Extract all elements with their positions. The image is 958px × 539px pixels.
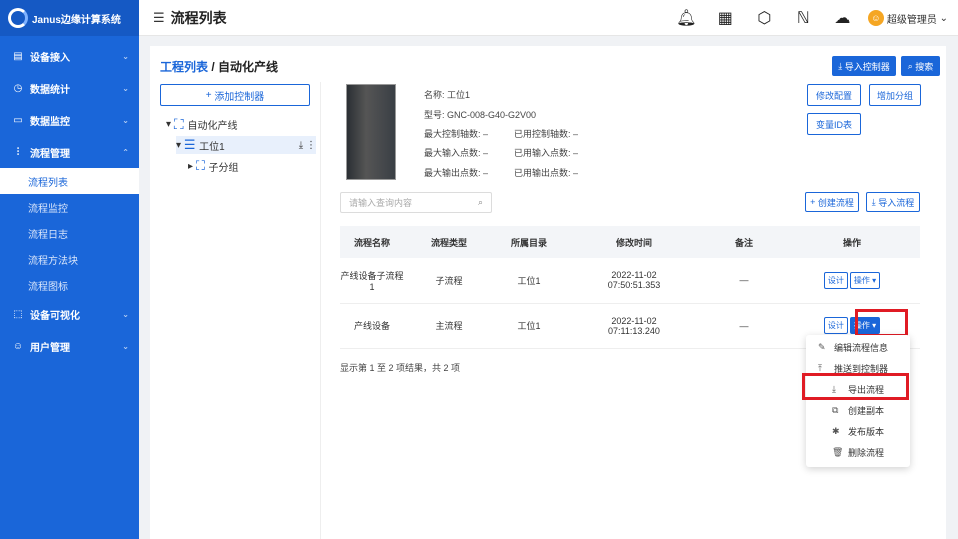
ops-dropdown-button[interactable]: 操作 ▾ — [849, 271, 881, 289]
server-icon: ▤ — [13, 50, 23, 62]
chevron-down-icon: ⌄ — [122, 115, 129, 125]
sidebar-item-flow-management[interactable]: ⫶ 流程管理 ⌃ — [0, 136, 139, 168]
menu-item-edit[interactable]: ✎ 编辑流程信息 — [806, 337, 910, 358]
used-output: 已用输出点数: – — [514, 168, 579, 178]
add-group-button[interactable]: 增加分组 — [869, 84, 921, 106]
ops-dropdown-menu: ✎ 编辑流程信息 ⤒ 推送到控制器 ⤓ 导出流程 ⧉ 创建副本 ✱ 发布版本 🗑︎ 删除流程 — [806, 335, 910, 467]
table-row: 产线设备子流程1 子流程 工位1 2022-11-02 07:50:51.353 … — [340, 258, 920, 304]
edit-config-button[interactable]: 修改配置 — [807, 84, 861, 106]
sidebar-item-flow-method[interactable]: 流程方法块 — [0, 246, 139, 272]
highlight-box — [855, 309, 908, 337]
menu-toggle-icon[interactable]: ☰ — [153, 10, 165, 26]
api-icon[interactable]: ⬡ — [745, 8, 784, 28]
copy-icon: ⧉ — [832, 405, 839, 415]
breadcrumb-current: 自动化产线 — [218, 60, 279, 74]
device-model: 型号: GNC-008-G40-G2V00 — [424, 110, 537, 120]
max-axis: 最大控制轴数: – — [424, 129, 489, 139]
sidebar-item-device-access[interactable]: ▤ 设备接入 ⌄ — [0, 40, 139, 72]
nfc-icon[interactable]: ℕ — [784, 8, 823, 28]
grid-icon[interactable]: ▦ — [706, 8, 745, 28]
download-icon[interactable]: ⤓ ⋮ — [299, 140, 316, 151]
flow-table: 流程名称 流程类型 所属目录 修改时间 备注 操作 产线设备子流程1 子流程 工… — [340, 226, 920, 349]
app-logo[interactable]: Janus边缘计算系统 — [0, 0, 139, 36]
import-controller-button[interactable]: ⤓ 导入控制器 — [832, 56, 896, 76]
add-controller-button[interactable]: + 添加控制器 — [160, 84, 310, 106]
controller-image — [346, 84, 396, 180]
cloud-icon[interactable]: ☁ — [823, 8, 862, 28]
menu-item-publish[interactable]: ✱ 发布版本 — [806, 421, 910, 442]
menu-item-delete[interactable]: 🗑︎ 删除流程 — [806, 442, 910, 463]
caret-right-icon: ▸ — [188, 160, 196, 172]
rack-icon: ☰ — [183, 137, 200, 152]
search-icon: ⌕ — [907, 60, 916, 71]
bell-icon[interactable]: 🔔︎ — [667, 8, 706, 28]
clock-icon: ◷ — [13, 82, 23, 94]
edit-icon: ✎ — [818, 342, 826, 352]
plus-icon: + — [810, 197, 818, 207]
tree-node-station[interactable]: ▾ ☰ 工位1 ⤓ ⋮ — [176, 136, 316, 154]
app-name: Janus边缘计算系统 — [32, 14, 121, 26]
used-input: 已用输入点数: – — [514, 148, 579, 158]
variable-id-button[interactable]: 变量ID表 — [807, 113, 861, 135]
search-icon: ⌕ — [477, 197, 483, 207]
caret-down-icon: ▾ — [176, 139, 184, 151]
import-flow-button[interactable]: ⤓ 导入流程 — [866, 192, 920, 212]
monitor-icon: ▭ — [13, 114, 23, 126]
chevron-down-icon: ⌄ — [122, 309, 129, 319]
sidebar-item-user-management[interactable]: ☺ 用户管理 ⌄ — [0, 330, 139, 362]
table-header: 流程名称 流程类型 所属目录 修改时间 备注 操作 — [340, 226, 920, 258]
sidebar-item-flow-icon[interactable]: 流程图标 — [0, 272, 139, 298]
breadcrumb: 工程列表 / 自动化产线 — [160, 60, 279, 74]
chevron-down-icon: ⌄ — [122, 51, 129, 61]
create-flow-button[interactable]: + 创建流程 — [805, 192, 859, 212]
design-button[interactable]: 设计 — [823, 317, 848, 334]
plus-icon: + — [205, 89, 215, 101]
search-input[interactable]: 请输入查询内容 ⌕ — [340, 192, 492, 213]
user-menu[interactable]: ☺ 超级管理员 ⌄ — [867, 10, 948, 26]
sidebar-item-flow-list[interactable]: 流程列表 — [0, 168, 139, 194]
sidebar-item-monitoring[interactable]: ▭ 数据监控 ⌄ — [0, 104, 139, 136]
sidebar-item-statistics[interactable]: ◷ 数据统计 ⌄ — [0, 72, 139, 104]
sidebar-item-device-visual[interactable]: ⬚ 设备可视化 ⌄ — [0, 298, 139, 330]
tree-node-subgroup[interactable]: ▸ ⛶ 子分组 — [188, 158, 239, 174]
org-icon: ⛶ — [173, 116, 188, 132]
avatar: ☺ — [867, 10, 884, 26]
hierarchy-icon: ⛶ — [195, 158, 209, 173]
device-name: 名称: 工位1 — [424, 90, 471, 100]
top-header: ☰ 流程列表 🔔︎ ▦ ⬡ ℕ ☁ ☺ 超级管理员 ⌄ — [139, 0, 958, 36]
used-axis: 已用控制轴数: – — [514, 129, 579, 139]
pagination-info: 显示第 1 至 2 项结果，共 2 项 — [340, 363, 461, 373]
max-input: 最大输入点数: – — [424, 148, 489, 158]
max-output: 最大输出点数: – — [424, 168, 489, 178]
breadcrumb-root[interactable]: 工程列表 — [160, 60, 208, 74]
publish-icon: ✱ — [832, 426, 840, 436]
design-button[interactable]: 设计 — [823, 271, 848, 289]
sidebar: Janus边缘计算系统 ▤ 设备接入 ⌄ ◷ 数据统计 ⌄ ▭ 数据监控 ⌄ ⫶ 流程管理 ⌃ … — [0, 0, 139, 539]
logo-icon — [8, 8, 28, 28]
menu-item-copy[interactable]: ⧉ 创建副本 — [806, 400, 910, 421]
user-icon: ☺ — [12, 340, 24, 352]
sidebar-item-flow-monitor[interactable]: 流程监控 — [0, 194, 139, 220]
visual-icon: ⬚ — [13, 308, 23, 320]
trash-icon: 🗑︎ — [832, 447, 844, 457]
divider — [320, 82, 321, 539]
search-button[interactable]: ⌕ 搜索 — [901, 56, 940, 76]
caret-down-icon: ▾ — [166, 119, 174, 130]
chevron-up-icon: ⌃ — [122, 147, 129, 157]
tree-node-root[interactable]: ▾ ⛶ 自动化产线 — [166, 116, 238, 133]
sidebar-item-flow-log[interactable]: 流程日志 — [0, 220, 139, 246]
chevron-down-icon: ⌄ — [122, 341, 129, 351]
chevron-down-icon: ⌄ — [122, 83, 129, 93]
chevron-down-icon: ⌄ — [936, 12, 948, 24]
highlight-box — [802, 373, 909, 400]
flow-icon: ⫶ — [16, 146, 20, 158]
page-title: 流程列表 — [170, 9, 227, 26]
